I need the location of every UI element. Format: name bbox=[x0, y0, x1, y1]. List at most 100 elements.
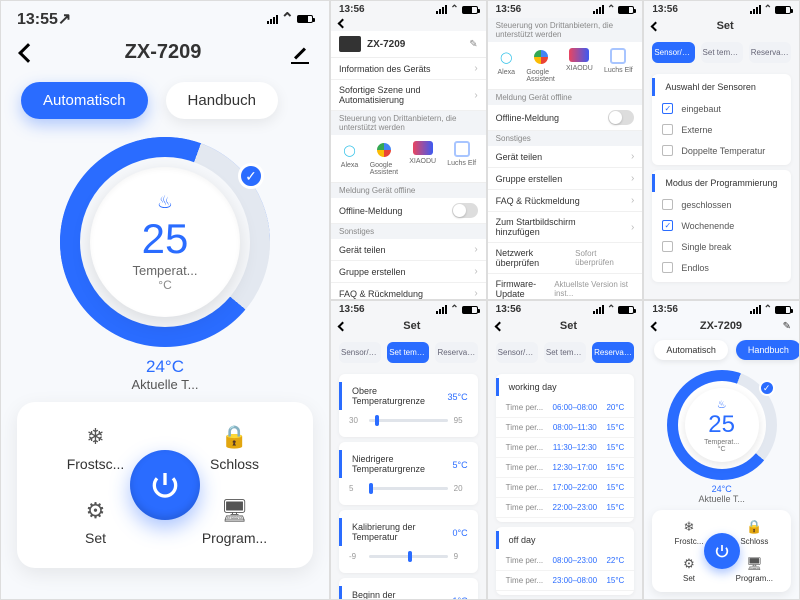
alexa-icon: ◯ bbox=[497, 48, 515, 66]
flame-icon: ♨ bbox=[717, 398, 727, 411]
tab-settemp[interactable]: Set tempe... bbox=[701, 42, 743, 63]
set-sensors-panel: 13:56 ⌃ Set Sensor/Pr... Set tempe... Re… bbox=[643, 0, 800, 300]
back-button[interactable] bbox=[651, 21, 661, 31]
row-device-info[interactable]: Information des Geräts› bbox=[331, 58, 486, 80]
tab-reservation[interactable]: Reservation bbox=[749, 42, 791, 63]
lock-icon: 🔒 bbox=[746, 519, 762, 535]
google-assistant-icon bbox=[377, 143, 391, 157]
alexa-icon: ◯ bbox=[341, 141, 359, 159]
page-title: ZX-7209 bbox=[125, 41, 202, 64]
tab-settemp[interactable]: Set tempe... bbox=[544, 342, 586, 363]
schedule-row[interactable]: Time per...22:00–23:0015°C bbox=[496, 498, 635, 518]
tab-auto[interactable]: Automatisch bbox=[654, 340, 728, 360]
cb-double[interactable]: Doppelte Temperatur bbox=[652, 140, 791, 161]
row-group[interactable]: Gruppe erstellen› bbox=[488, 168, 643, 190]
temperature-dial[interactable]: ♨ 25 Temperat... °C ✓ bbox=[60, 137, 270, 347]
check-icon: ✓ bbox=[238, 163, 264, 189]
luchs-icon bbox=[610, 48, 626, 64]
schedule-row[interactable]: Time per...17:00–22:0015°C bbox=[496, 478, 635, 498]
schedule-row[interactable]: Time per...08:00–23:0022°C bbox=[496, 551, 635, 571]
upper-slider[interactable]: 3095 bbox=[339, 412, 478, 433]
edit-icon[interactable]: ✎ bbox=[783, 321, 791, 332]
provider-xiaodu[interactable]: XIAODU bbox=[409, 141, 436, 176]
tab-manual[interactable]: Handbuch bbox=[166, 82, 278, 119]
row-network[interactable]: Netzwerk überprüfenSofort überprüfen bbox=[488, 243, 643, 274]
provider-alexa[interactable]: ◯Alexa bbox=[341, 141, 359, 176]
row-scene[interactable]: Sofortige Szene und Automatisierung› bbox=[331, 80, 486, 111]
set-temperature-panel: 13:56 ⌃ Set Sensor/Pr... Set tempe... Re… bbox=[330, 300, 487, 600]
status-bar: 13:55↗ ⌃ bbox=[1, 1, 329, 37]
back-button[interactable] bbox=[338, 19, 348, 29]
tab-reservation[interactable]: Reservation bbox=[435, 342, 477, 363]
edit-icon: ✎ bbox=[469, 39, 477, 50]
calib-slider[interactable]: -99 bbox=[339, 548, 478, 569]
provider-luchs[interactable]: Luchs Elf bbox=[604, 48, 633, 83]
row-faq[interactable]: FAQ & Rückmeldung› bbox=[488, 190, 643, 212]
provider-google[interactable]: Google Assistent bbox=[526, 48, 554, 83]
row-share[interactable]: Gerät teilen› bbox=[331, 239, 486, 261]
row-offline[interactable]: Offline-Meldung bbox=[331, 198, 486, 224]
back-button[interactable] bbox=[494, 321, 504, 331]
power-button[interactable] bbox=[130, 450, 200, 520]
back-button[interactable] bbox=[18, 43, 38, 63]
row-firmware[interactable]: Firmware-UpdateAktuellste Version ist in… bbox=[488, 274, 643, 300]
back-button[interactable] bbox=[338, 321, 348, 331]
check-icon: ✓ bbox=[759, 380, 775, 396]
tab-sensor[interactable]: Sensor/Pr... bbox=[339, 342, 381, 363]
tab-manual[interactable]: Handbuch bbox=[736, 340, 800, 360]
monitor-icon: 🖥 bbox=[746, 556, 763, 572]
row-group[interactable]: Gruppe erstellen› bbox=[331, 261, 486, 283]
tab-settemp[interactable]: Set tempe... bbox=[387, 342, 429, 363]
row-home[interactable]: Zum Startbildschirm hinzufügen› bbox=[488, 212, 643, 243]
back-button[interactable] bbox=[651, 321, 661, 331]
power-icon bbox=[714, 543, 730, 559]
off-day-card: off day Time per...08:00–23:0022°CTime p… bbox=[496, 527, 635, 595]
snowflake-icon: ❄ bbox=[684, 519, 695, 535]
lower-slider[interactable]: 520 bbox=[339, 480, 478, 501]
current-temp-value: 24°C bbox=[1, 357, 329, 377]
lock-icon: 🔒 bbox=[221, 424, 248, 450]
flame-icon: ♨ bbox=[157, 192, 173, 213]
provider-xiaodu[interactable]: XIAODU bbox=[566, 48, 593, 83]
cb-weekend[interactable]: ✓Wochenende bbox=[652, 215, 791, 236]
control-grid: ❄Frostsc... 🔒Schloss ⚙Set 🖥Program... bbox=[17, 402, 313, 568]
snowflake-icon: ❄ bbox=[86, 424, 104, 450]
offline-toggle bbox=[452, 203, 478, 218]
luchs-icon bbox=[454, 141, 470, 157]
provider-luchs[interactable]: Luchs Elf bbox=[447, 141, 476, 176]
tab-auto[interactable]: Automatisch bbox=[21, 82, 148, 119]
schedule-row[interactable]: Time per...12:30–17:0015°C bbox=[496, 458, 635, 478]
offline-toggle bbox=[608, 110, 634, 125]
cb-builtin[interactable]: ✓eingebaut bbox=[652, 98, 791, 119]
provider-alexa[interactable]: ◯Alexa bbox=[497, 48, 515, 83]
tab-sensor[interactable]: Sensor/Pr... bbox=[496, 342, 538, 363]
cb-single[interactable]: Single break bbox=[652, 236, 791, 257]
xiaodu-icon bbox=[413, 141, 433, 155]
cb-external[interactable]: Externe bbox=[652, 119, 791, 140]
device-settings-panel-2: 13:56 ⌃ Steuerung von Drittanbietern, di… bbox=[487, 0, 644, 300]
power-button[interactable] bbox=[704, 533, 740, 569]
schedule-row[interactable]: Time per...11:30–12:3015°C bbox=[496, 438, 635, 458]
schedule-row[interactable]: Time per...23:00–08:0015°C bbox=[496, 571, 635, 591]
gear-icon: ⚙ bbox=[86, 498, 106, 524]
row-offline[interactable]: Offline-Meldung bbox=[488, 105, 643, 131]
provider-google[interactable]: Google Assistent bbox=[370, 141, 398, 176]
temperature-dial[interactable]: ♨ 25 Temperat... °C ✓ bbox=[667, 370, 777, 480]
edit-button[interactable] bbox=[291, 44, 309, 62]
schedule-row[interactable]: Time per...08:00–11:3015°C bbox=[496, 418, 635, 438]
schedule-row[interactable]: Time per...06:00–08:0020°C bbox=[496, 398, 635, 418]
tab-reservation[interactable]: Reservation bbox=[592, 342, 634, 363]
tab-sensor[interactable]: Sensor/Pr... bbox=[652, 42, 694, 63]
row-faq[interactable]: FAQ & Rückmeldung› bbox=[331, 283, 486, 300]
row-share[interactable]: Gerät teilen› bbox=[488, 146, 643, 168]
device-thumb-icon bbox=[339, 36, 361, 52]
cb-closed[interactable]: geschlossen bbox=[652, 194, 791, 215]
xiaodu-icon bbox=[569, 48, 589, 62]
main-panel-manual: 13:56 ⌃ ZX-7209✎ Automatisch Handbuch ♨ … bbox=[643, 300, 800, 600]
battery-icon bbox=[297, 15, 313, 23]
set-reservation-panel: 13:56 ⌃ Set Sensor/Pr... Set tempe... Re… bbox=[487, 300, 644, 600]
cb-endless[interactable]: Endlos bbox=[652, 257, 791, 278]
signal-icon bbox=[267, 15, 278, 24]
device-header[interactable]: ZX-7209✎ bbox=[331, 31, 486, 58]
main-panel: 13:55↗ ⌃ ZX-7209 Automatisch Handbuch ♨ … bbox=[0, 0, 330, 600]
